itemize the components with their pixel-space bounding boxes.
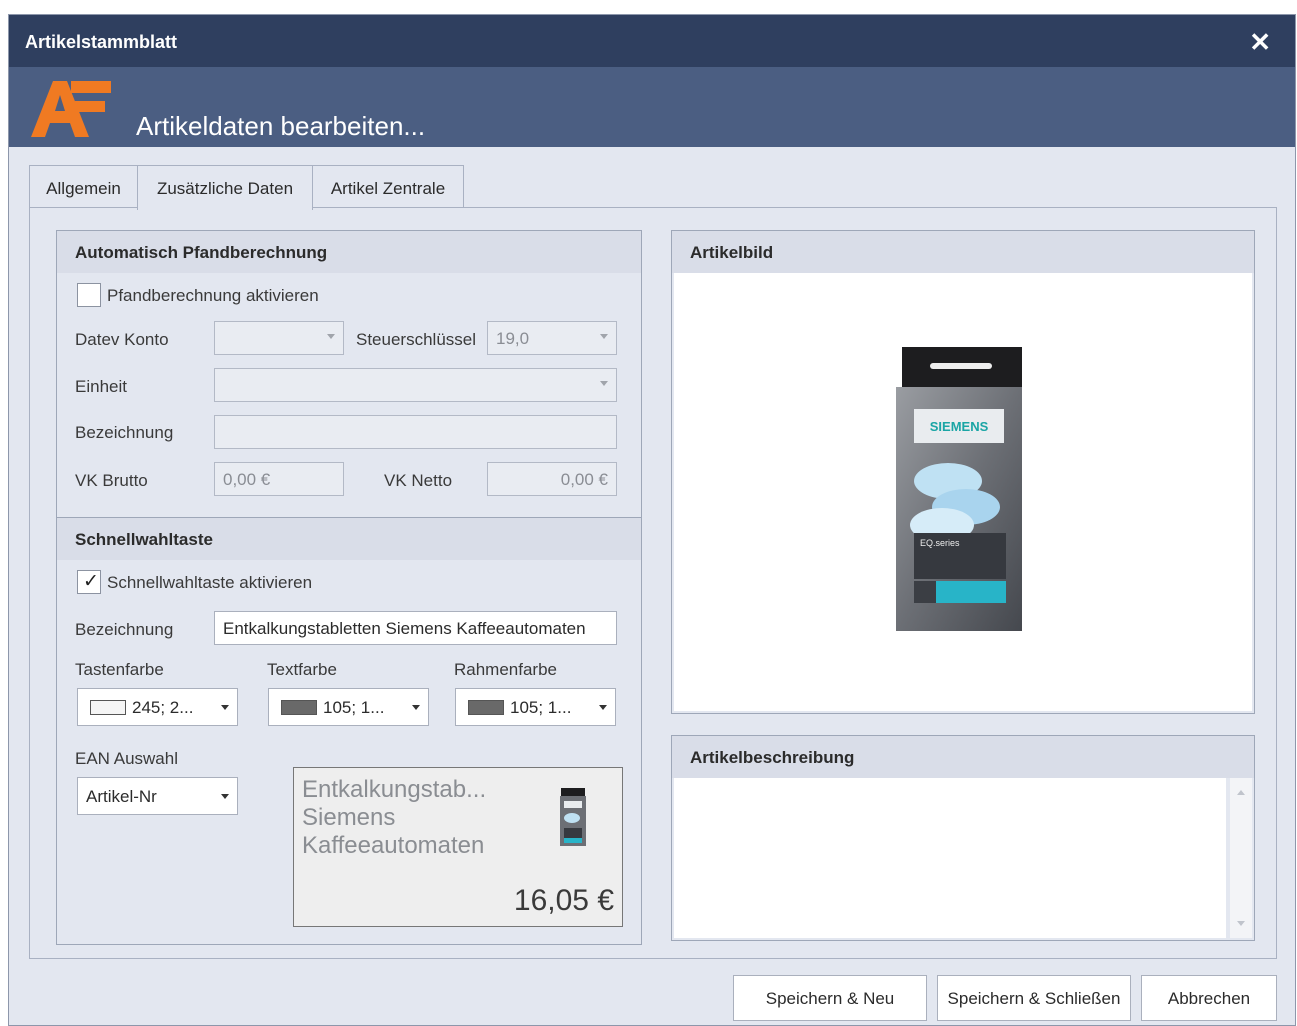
ean-auswahl-value: Artikel-Nr (86, 787, 157, 806)
steuerschluessel-value: 19,0 (496, 329, 530, 348)
tastenfarbe-value: 245; 2... (132, 698, 194, 717)
vk-netto-label: VK Netto (384, 471, 453, 490)
tab-content: Automatisch Pfandberechnung Pfandberechn… (29, 207, 1277, 959)
datev-konto-dropdown[interactable] (214, 321, 344, 355)
scroll-down-icon[interactable] (1237, 921, 1245, 926)
chevron-down-icon (412, 705, 420, 710)
schnell-bezeichnung-field[interactable]: Entkalkungstabletten Siemens Kaffeeautom… (214, 611, 617, 645)
schnell-bezeichnung-label: Bezeichnung (75, 620, 174, 639)
tastenfarbe-swatch (90, 700, 126, 715)
rahmenfarbe-value: 105; 1... (510, 698, 572, 717)
af-logo-icon (31, 81, 111, 137)
save-new-button[interactable]: Speichern & Neu (733, 975, 927, 1021)
schnellwahltaste-group-header: Schnellwahltaste (57, 518, 641, 560)
rahmenfarbe-label: Rahmenfarbe (454, 660, 558, 679)
steuerschluessel-dropdown[interactable]: 19,0 (487, 321, 617, 355)
steuerschluessel-label: Steuerschlüssel (356, 330, 477, 349)
vk-brutto-field[interactable]: 0,00 € (214, 462, 344, 496)
rahmenfarbe-swatch (468, 700, 504, 715)
scroll-up-icon[interactable] (1237, 790, 1245, 795)
dialog-window: Artikelstammblatt ✕ Artikeldaten bearbei… (8, 14, 1296, 1026)
einheit-dropdown[interactable] (214, 368, 617, 402)
textfarbe-label: Textfarbe (267, 660, 337, 679)
product-image: SIEMENS EQ.series (896, 347, 1022, 631)
pfand-group: Automatisch Pfandberechnung Pfandberechn… (56, 230, 642, 518)
tastenfarbe-label: Tastenfarbe (75, 660, 164, 679)
chevron-down-icon (221, 705, 229, 710)
close-icon[interactable]: ✕ (1249, 27, 1271, 58)
preview-name-line2: Siemens (302, 804, 396, 831)
vk-brutto-label: VK Brutto (75, 471, 148, 490)
artikelbeschreibung-group-header: Artikelbeschreibung (672, 736, 1254, 778)
rahmenfarbe-picker[interactable]: 105; 1... (455, 688, 616, 726)
schnellwahltaste-checkbox[interactable]: ✓ (77, 570, 101, 594)
preview-price: 16,05 € (513, 884, 614, 917)
save-close-button[interactable]: Speichern & Schließen (937, 975, 1131, 1021)
preview-name: Entkalkungstab... Siemens Kaffeeautomate… (302, 776, 532, 860)
checkmark-icon: ✓ (83, 571, 99, 592)
chevron-down-icon (600, 334, 608, 339)
chevron-down-icon (599, 705, 607, 710)
background-app-strip (0, 0, 1297, 14)
product-brand-text: SIEMENS (930, 419, 989, 434)
pfand-checkbox-label: Pfandberechnung aktivieren (107, 286, 319, 305)
schnellwahltaste-preview: Entkalkungstab... Siemens Kaffeeautomate… (293, 767, 623, 927)
textfarbe-picker[interactable]: 105; 1... (268, 688, 429, 726)
cancel-button[interactable]: Abbrechen (1141, 975, 1277, 1021)
banner-subtitle: Artikeldaten bearbeiten... (136, 111, 426, 141)
tab-zusaetzliche-daten[interactable]: Zusätzliche Daten (137, 165, 313, 210)
chevron-down-icon (600, 381, 608, 386)
preview-product-thumbnail (560, 788, 586, 846)
header-banner: Artikeldaten bearbeiten... (9, 67, 1295, 147)
chevron-down-icon (221, 794, 229, 799)
preview-name-line1: Entkalkungstab... (302, 776, 487, 803)
chevron-down-icon (327, 334, 335, 339)
datev-konto-label: Datev Konto (75, 330, 169, 349)
preview-name-line3: Kaffeeautomaten (302, 832, 485, 859)
artikelbild-image-area[interactable]: SIEMENS EQ.series (674, 273, 1252, 711)
window-title: Artikelstammblatt (25, 32, 178, 52)
textfarbe-value: 105; 1... (323, 698, 385, 717)
pfand-checkbox[interactable] (77, 283, 101, 307)
tastenfarbe-picker[interactable]: 245; 2... (77, 688, 238, 726)
tab-allgemein[interactable]: Allgemein (29, 165, 138, 208)
ean-auswahl-dropdown[interactable]: Artikel-Nr (77, 777, 238, 815)
artikelbeschreibung-textarea[interactable] (674, 778, 1226, 938)
ean-auswahl-label: EAN Auswahl (75, 749, 178, 768)
pfand-bezeichnung-field[interactable] (214, 415, 617, 449)
vk-netto-field[interactable]: 0,00 € (487, 462, 617, 496)
tab-artikel-zentrale[interactable]: Artikel Zentrale (312, 165, 464, 208)
artikelbeschreibung-scrollbar[interactable] (1230, 778, 1252, 938)
schnellwahltaste-checkbox-label: Schnellwahltaste aktivieren (107, 573, 313, 592)
textfarbe-swatch (281, 700, 317, 715)
einheit-label: Einheit (75, 377, 127, 396)
title-bar: Artikelstammblatt ✕ (9, 15, 1295, 67)
pfand-bezeichnung-label: Bezeichnung (75, 423, 174, 442)
artikelbild-group: Artikelbild SIEMENS EQ.series (671, 230, 1255, 714)
pfand-group-header: Automatisch Pfandberechnung (57, 231, 641, 273)
artikelbild-group-header: Artikelbild (672, 231, 1254, 273)
artikelbeschreibung-group: Artikelbeschreibung (671, 735, 1255, 941)
product-series-text: EQ.series (920, 538, 960, 548)
